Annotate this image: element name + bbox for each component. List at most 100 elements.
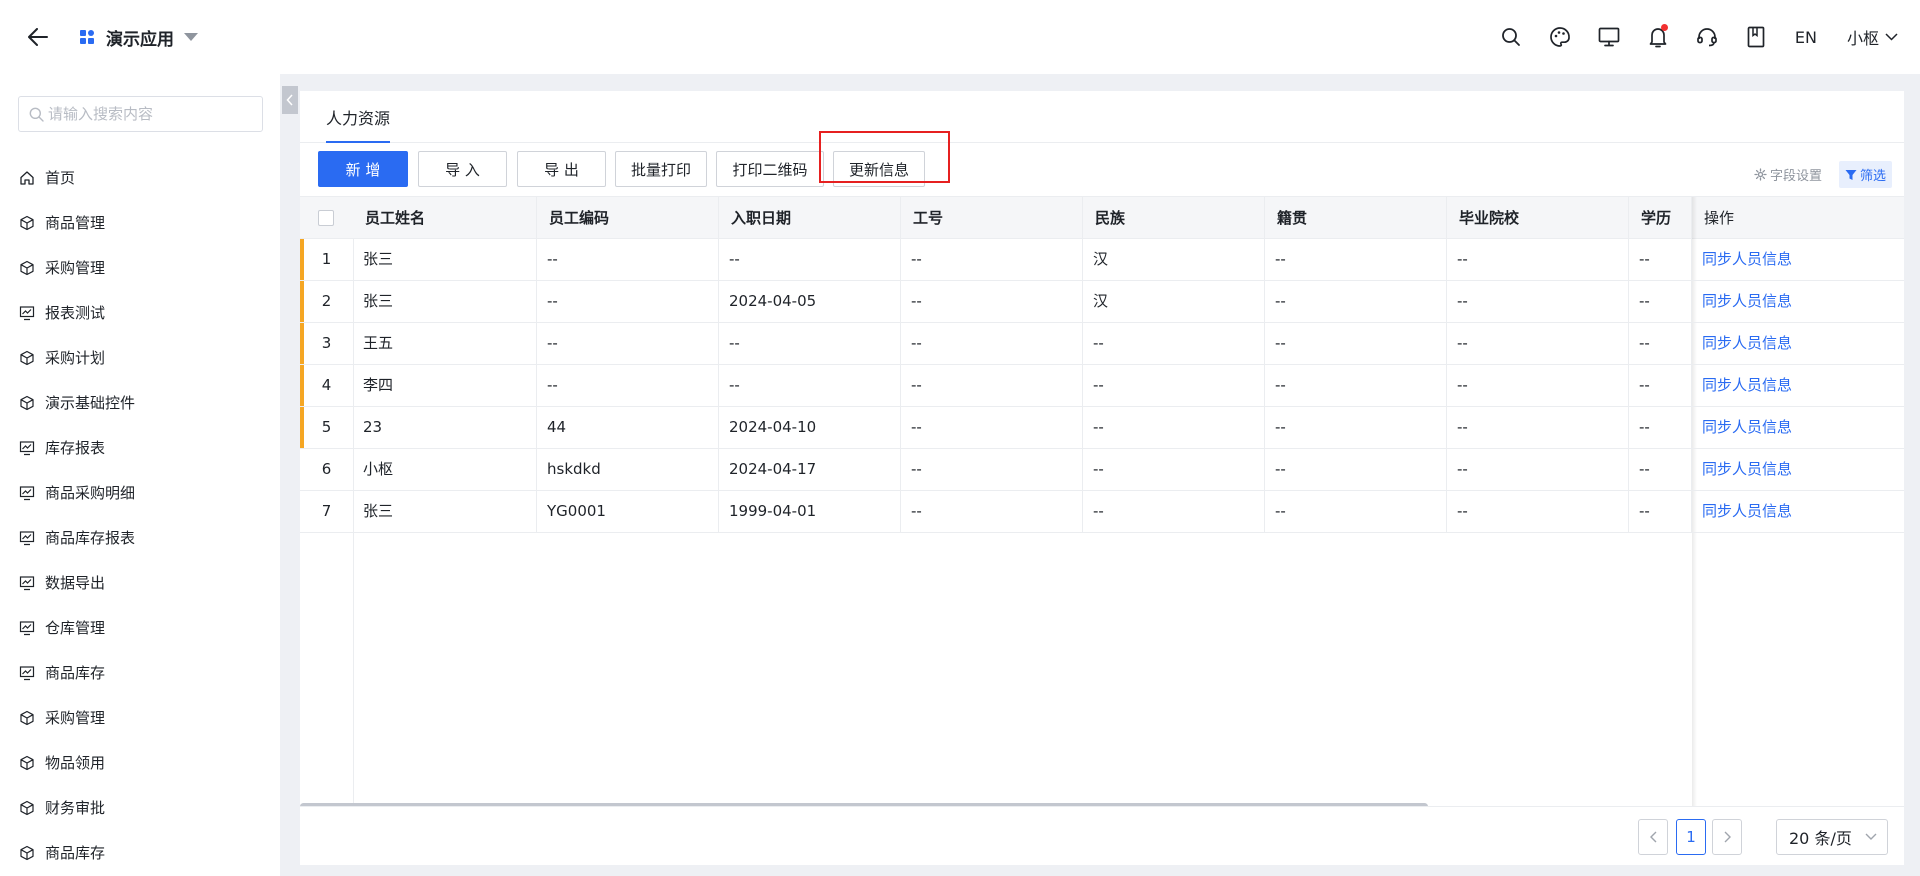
- cell-name: 张三: [353, 281, 537, 322]
- sync-person-info-link[interactable]: 同步人员信息: [1692, 407, 1904, 448]
- table-row[interactable]: 6 小枢 hskdkd 2024-04-17 -- -- -- -- -- 同步人员信息: [300, 449, 1904, 491]
- cell-date: 1999-04-01: [719, 491, 901, 532]
- sidebar-item[interactable]: 财务审批: [0, 785, 280, 830]
- cell-date: --: [719, 239, 901, 280]
- cube-icon: [19, 260, 40, 276]
- cell-work_no: --: [901, 491, 1083, 532]
- user-menu[interactable]: 小枢: [1847, 25, 1898, 49]
- cell-school: --: [1447, 323, 1629, 364]
- update-info-button[interactable]: 更新信息: [833, 151, 925, 187]
- sync-person-info-link[interactable]: 同步人员信息: [1692, 239, 1904, 280]
- sidebar-collapse-toggle[interactable]: [282, 86, 298, 114]
- sidebar-item[interactable]: 首页: [0, 155, 280, 200]
- sync-person-info-link[interactable]: 同步人员信息: [1692, 449, 1904, 490]
- chevron-right-icon: [1724, 831, 1731, 843]
- add-button[interactable]: 新 增: [318, 151, 408, 187]
- sidebar-item[interactable]: 演示基础控件: [0, 380, 280, 425]
- sidebar-item[interactable]: 商品库存: [0, 830, 280, 875]
- cell-ethnic: 汉: [1083, 281, 1265, 322]
- home-icon: [19, 170, 40, 186]
- top-header: 演示应用 EN 小枢: [0, 0, 1920, 74]
- sidebar-item[interactable]: 采购计划: [0, 335, 280, 380]
- cell-native: --: [1265, 323, 1447, 364]
- sidebar-item[interactable]: 仓库管理: [0, 605, 280, 650]
- prev-page-button[interactable]: [1638, 819, 1668, 855]
- monitor-icon[interactable]: [1596, 24, 1622, 50]
- bell-icon[interactable]: [1645, 24, 1671, 50]
- sync-person-info-link[interactable]: 同步人员信息: [1692, 323, 1904, 364]
- page-1-button[interactable]: 1: [1676, 819, 1706, 855]
- app-switcher[interactable]: 演示应用: [80, 25, 198, 50]
- sidebar-item[interactable]: 物品领用: [0, 740, 280, 785]
- tab-hr[interactable]: 人力资源: [326, 105, 391, 143]
- cell-date: 2024-04-17: [719, 449, 901, 490]
- chart-icon: [19, 665, 40, 681]
- sidebar-search[interactable]: [18, 96, 263, 132]
- table-row[interactable]: 3 王五 -- -- -- -- -- -- -- 同步人员信息: [300, 323, 1904, 365]
- cell-ethnic: --: [1083, 365, 1265, 406]
- row-index: 3: [321, 334, 332, 352]
- language-switch[interactable]: EN: [1795, 28, 1817, 47]
- sidebar-item-label: 仓库管理: [45, 619, 106, 637]
- data-table: 员工姓名 员工编码 入职日期 工号 民族 籍贯 毕业院校 学历 操作 1 张三 -- -- -- 汉 -- -…: [300, 196, 1904, 806]
- sidebar-item[interactable]: 商品库存报表: [0, 515, 280, 560]
- table-row[interactable]: 4 李四 -- -- -- -- -- -- -- 同步人员信息: [300, 365, 1904, 407]
- column-header[interactable]: 入职日期: [719, 197, 901, 239]
- column-header[interactable]: 籍贯: [1265, 197, 1447, 239]
- table-row[interactable]: 5 23 44 2024-04-10 -- -- -- -- -- 同步人员信息: [300, 407, 1904, 449]
- cell-native: --: [1265, 365, 1447, 406]
- column-header[interactable]: 毕业院校: [1447, 197, 1629, 239]
- cell-edu: --: [1629, 407, 1692, 448]
- palette-icon[interactable]: [1547, 24, 1573, 50]
- headset-icon[interactable]: [1694, 24, 1720, 50]
- column-header[interactable]: 工号: [901, 197, 1083, 239]
- cell-ethnic: --: [1083, 407, 1265, 448]
- cell-school: --: [1447, 365, 1629, 406]
- cell-edu: --: [1629, 491, 1692, 532]
- cube-icon: [19, 710, 40, 726]
- sidebar-item[interactable]: 库存报表: [0, 425, 280, 470]
- filter-button[interactable]: 筛选: [1838, 161, 1892, 188]
- search-icon[interactable]: [1498, 24, 1524, 50]
- select-all-checkbox[interactable]: [318, 210, 334, 226]
- app-grid-icon: [80, 30, 94, 44]
- sidebar: 首页商品管理采购管理报表测试采购计划演示基础控件库存报表商品采购明细商品库存报表…: [0, 74, 280, 876]
- row-index: 4: [321, 376, 332, 394]
- sidebar-item[interactable]: 商品库存: [0, 650, 280, 695]
- back-arrow-icon[interactable]: [26, 25, 50, 49]
- column-header[interactable]: 学历: [1629, 197, 1692, 239]
- column-header[interactable]: 操作: [1692, 197, 1904, 239]
- cell-ethnic: --: [1083, 323, 1265, 364]
- sync-person-info-link[interactable]: 同步人员信息: [1692, 491, 1904, 532]
- column-header[interactable]: 员工姓名: [353, 197, 537, 239]
- cell-school: --: [1447, 449, 1629, 490]
- batch-print-button[interactable]: 批量打印: [615, 151, 707, 187]
- table-header: 员工姓名 员工编码 入职日期 工号 民族 籍贯 毕业院校 学历 操作: [300, 197, 1904, 239]
- filter-label: 筛选: [1859, 169, 1886, 184]
- sync-person-info-link[interactable]: 同步人员信息: [1692, 365, 1904, 406]
- sidebar-item-label: 商品库存: [45, 664, 106, 682]
- chevron-down-icon: [1865, 833, 1877, 840]
- sidebar-item[interactable]: 采购管理: [0, 245, 280, 290]
- page-size-select[interactable]: 20 条/页: [1776, 819, 1888, 855]
- sidebar-item[interactable]: 采购管理: [0, 695, 280, 740]
- table-row[interactable]: 7 张三 YG0001 1999-04-01 -- -- -- -- -- 同步人员信息: [300, 491, 1904, 533]
- export-button[interactable]: 导 出: [517, 151, 606, 187]
- field-settings-button[interactable]: 字段设置: [1754, 165, 1822, 184]
- print-qr-button[interactable]: 打印二维码: [716, 151, 824, 187]
- sidebar-item[interactable]: 商品管理: [0, 200, 280, 245]
- sync-person-info-link[interactable]: 同步人员信息: [1692, 281, 1904, 322]
- next-page-button[interactable]: [1712, 819, 1742, 855]
- book-icon[interactable]: [1743, 24, 1769, 50]
- table-row[interactable]: 1 张三 -- -- -- 汉 -- -- -- 同步人员信息: [300, 239, 1904, 281]
- sidebar-item[interactable]: 报表测试: [0, 290, 280, 335]
- sidebar-item-label: 演示基础控件: [45, 394, 136, 412]
- column-header[interactable]: 民族: [1083, 197, 1265, 239]
- sidebar-search-input[interactable]: [48, 105, 248, 123]
- sidebar-item[interactable]: 商品采购明细: [0, 470, 280, 515]
- sidebar-item-label: 商品库存: [45, 844, 106, 862]
- table-row[interactable]: 2 张三 -- 2024-04-05 -- 汉 -- -- -- 同步人员信息: [300, 281, 1904, 323]
- sidebar-item[interactable]: 数据导出: [0, 560, 280, 605]
- column-header[interactable]: 员工编码: [537, 197, 719, 239]
- import-button[interactable]: 导 入: [418, 151, 507, 187]
